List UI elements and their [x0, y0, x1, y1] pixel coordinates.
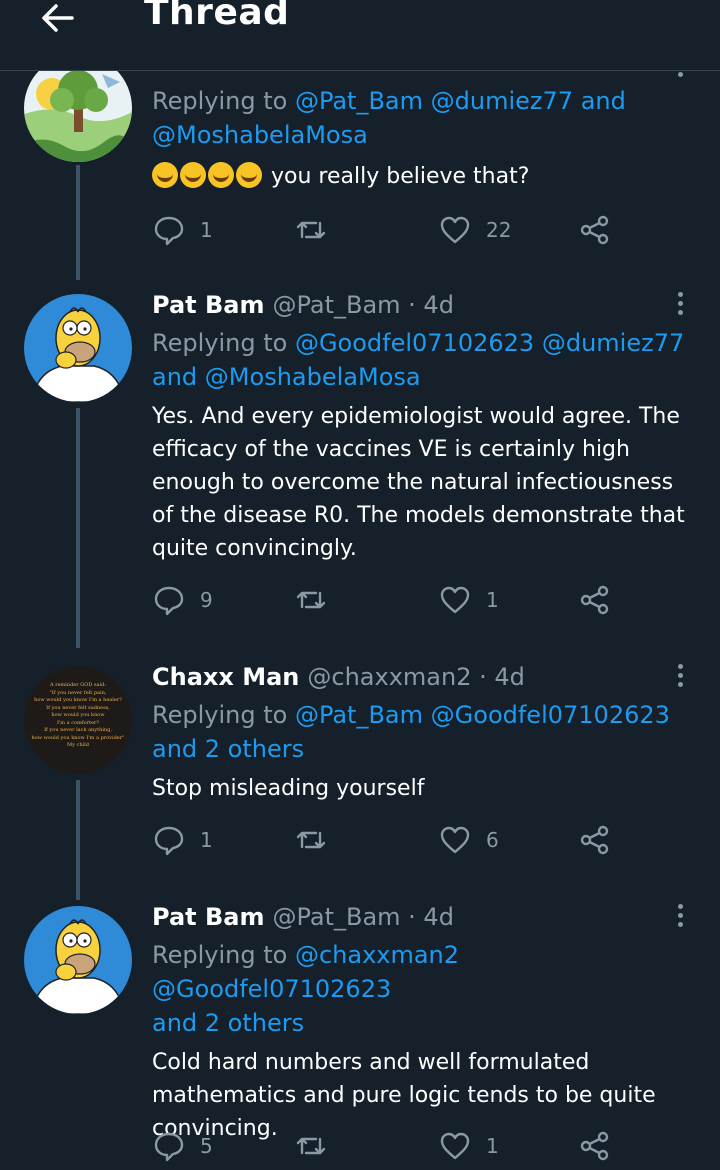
heart-icon	[440, 826, 470, 854]
thread-line	[76, 408, 80, 648]
heart-icon	[440, 586, 470, 614]
mention-link[interactable]: @dumiez77	[542, 329, 684, 357]
like-button[interactable]: 1	[438, 578, 499, 622]
tweet-text: Yes. And every epidemiologist would agre…	[152, 404, 685, 561]
rolling-laughing-emoji	[152, 162, 178, 188]
tweet-actions: 1 6	[152, 818, 700, 862]
retweet-icon	[296, 1137, 326, 1155]
user-handle[interactable]: @Pat_Bam	[272, 903, 400, 931]
share-button[interactable]	[578, 208, 612, 252]
reply-button[interactable]: 1	[152, 208, 213, 252]
back-button[interactable]	[36, 0, 80, 40]
share-icon	[580, 1131, 609, 1161]
rolling-laughing-emoji	[236, 162, 262, 188]
reply-bubble-icon	[154, 826, 184, 856]
timestamp[interactable]: · 4d	[408, 903, 454, 931]
reply-bubble-icon	[154, 586, 184, 616]
others-link[interactable]: and 2 others	[152, 1009, 304, 1037]
mention-link[interactable]: @MoshabelaMosa	[152, 121, 368, 149]
tweet-header: Chaxx Man @chaxxman2 · 4d	[152, 660, 700, 694]
reply-button[interactable]: 5	[152, 1124, 213, 1168]
thread-line	[76, 780, 80, 900]
share-button[interactable]	[578, 1124, 612, 1168]
tweet-actions: 9 1	[152, 578, 700, 622]
mention-link[interactable]: @Goodfel07102623	[152, 975, 391, 1003]
tweet-actions: 5 1	[152, 1124, 700, 1168]
share-icon	[580, 585, 609, 615]
retweet-button[interactable]	[294, 818, 342, 862]
reply-bubble-icon	[154, 1132, 184, 1162]
page-title: Thread	[144, 0, 290, 33]
retweet-icon	[296, 831, 326, 849]
reply-button[interactable]: 9	[152, 578, 213, 622]
mention-link[interactable]: @Goodfel07102623	[295, 329, 534, 357]
user-handle[interactable]: @Pat_Bam	[272, 291, 400, 319]
tweet-header: Pat Bam @Pat_Bam · 4d	[152, 900, 700, 934]
reply-bubble-icon	[154, 216, 184, 246]
retweet-icon	[296, 221, 326, 239]
retweet-icon	[296, 591, 326, 609]
thread-line	[76, 165, 80, 280]
more-options-button[interactable]	[668, 288, 692, 322]
rolling-laughing-emoji	[180, 162, 206, 188]
display-name[interactable]: Chaxx Man	[152, 663, 299, 691]
replying-to: Replying to @Pat_Bam @dumiez77 and @Mosh…	[152, 87, 626, 149]
tweet-text: you really believe that?	[152, 160, 700, 193]
quote-text-image: A reminder GOD said: "If you never felt …	[31, 682, 125, 748]
tweet-header: Pat Bam @Pat_Bam · 4d	[152, 288, 700, 322]
others-link[interactable]: and 2 others	[152, 735, 304, 763]
homer-character-icon	[24, 906, 132, 1014]
replying-to: Replying to @Goodfel07102623 @dumiez77 a…	[152, 329, 685, 391]
tweet-text: Stop misleading yourself	[152, 776, 425, 801]
user-handle[interactable]: @chaxxman2	[307, 663, 471, 691]
like-button[interactable]: 22	[438, 208, 511, 252]
replying-to: Replying to @chaxxman2 @Goodfel07102623 …	[152, 941, 460, 1037]
more-options-button[interactable]	[668, 660, 692, 694]
display-name[interactable]: Pat Bam	[152, 291, 264, 319]
heart-icon	[440, 1132, 470, 1160]
avatar[interactable]	[24, 906, 132, 1014]
mention-link[interactable]: @Goodfel07102623	[431, 701, 670, 729]
arrow-left-icon	[42, 4, 74, 32]
mention-link[interactable]: @MoshabelaMosa	[205, 363, 421, 391]
top-bar: Thread	[0, 0, 720, 71]
heart-icon	[440, 216, 470, 244]
share-icon	[580, 825, 609, 855]
mention-link[interactable]: @Pat_Bam	[295, 701, 423, 729]
share-button[interactable]	[578, 818, 612, 862]
timestamp[interactable]: · 4d	[408, 291, 454, 319]
mention-link[interactable]: @chaxxman2	[295, 941, 459, 969]
avatar[interactable]	[24, 294, 132, 402]
mention-link[interactable]: @dumiez77	[431, 87, 573, 115]
timestamp[interactable]: · 4d	[479, 663, 525, 691]
rolling-laughing-emoji	[208, 162, 234, 188]
display-name[interactable]: Pat Bam	[152, 903, 264, 931]
retweet-button[interactable]	[294, 208, 342, 252]
share-button[interactable]	[578, 578, 612, 622]
more-options-button[interactable]	[668, 900, 692, 934]
homer-character-icon	[24, 294, 132, 402]
tweet-actions: 1 22	[152, 208, 700, 252]
like-button[interactable]: 6	[438, 818, 499, 862]
share-icon	[580, 215, 609, 245]
retweet-button[interactable]	[294, 578, 342, 622]
like-button[interactable]: 1	[438, 1124, 499, 1168]
thread-feed: Replying to @Pat_Bam @dumiez77 and @Mosh…	[0, 0, 720, 1170]
reply-button[interactable]: 1	[152, 818, 213, 862]
avatar[interactable]: A reminder GOD said: "If you never felt …	[24, 666, 132, 774]
retweet-button[interactable]	[294, 1124, 342, 1168]
mention-link[interactable]: @Pat_Bam	[295, 87, 423, 115]
replying-to: Replying to @Pat_Bam @Goodfel07102623 an…	[152, 701, 670, 763]
